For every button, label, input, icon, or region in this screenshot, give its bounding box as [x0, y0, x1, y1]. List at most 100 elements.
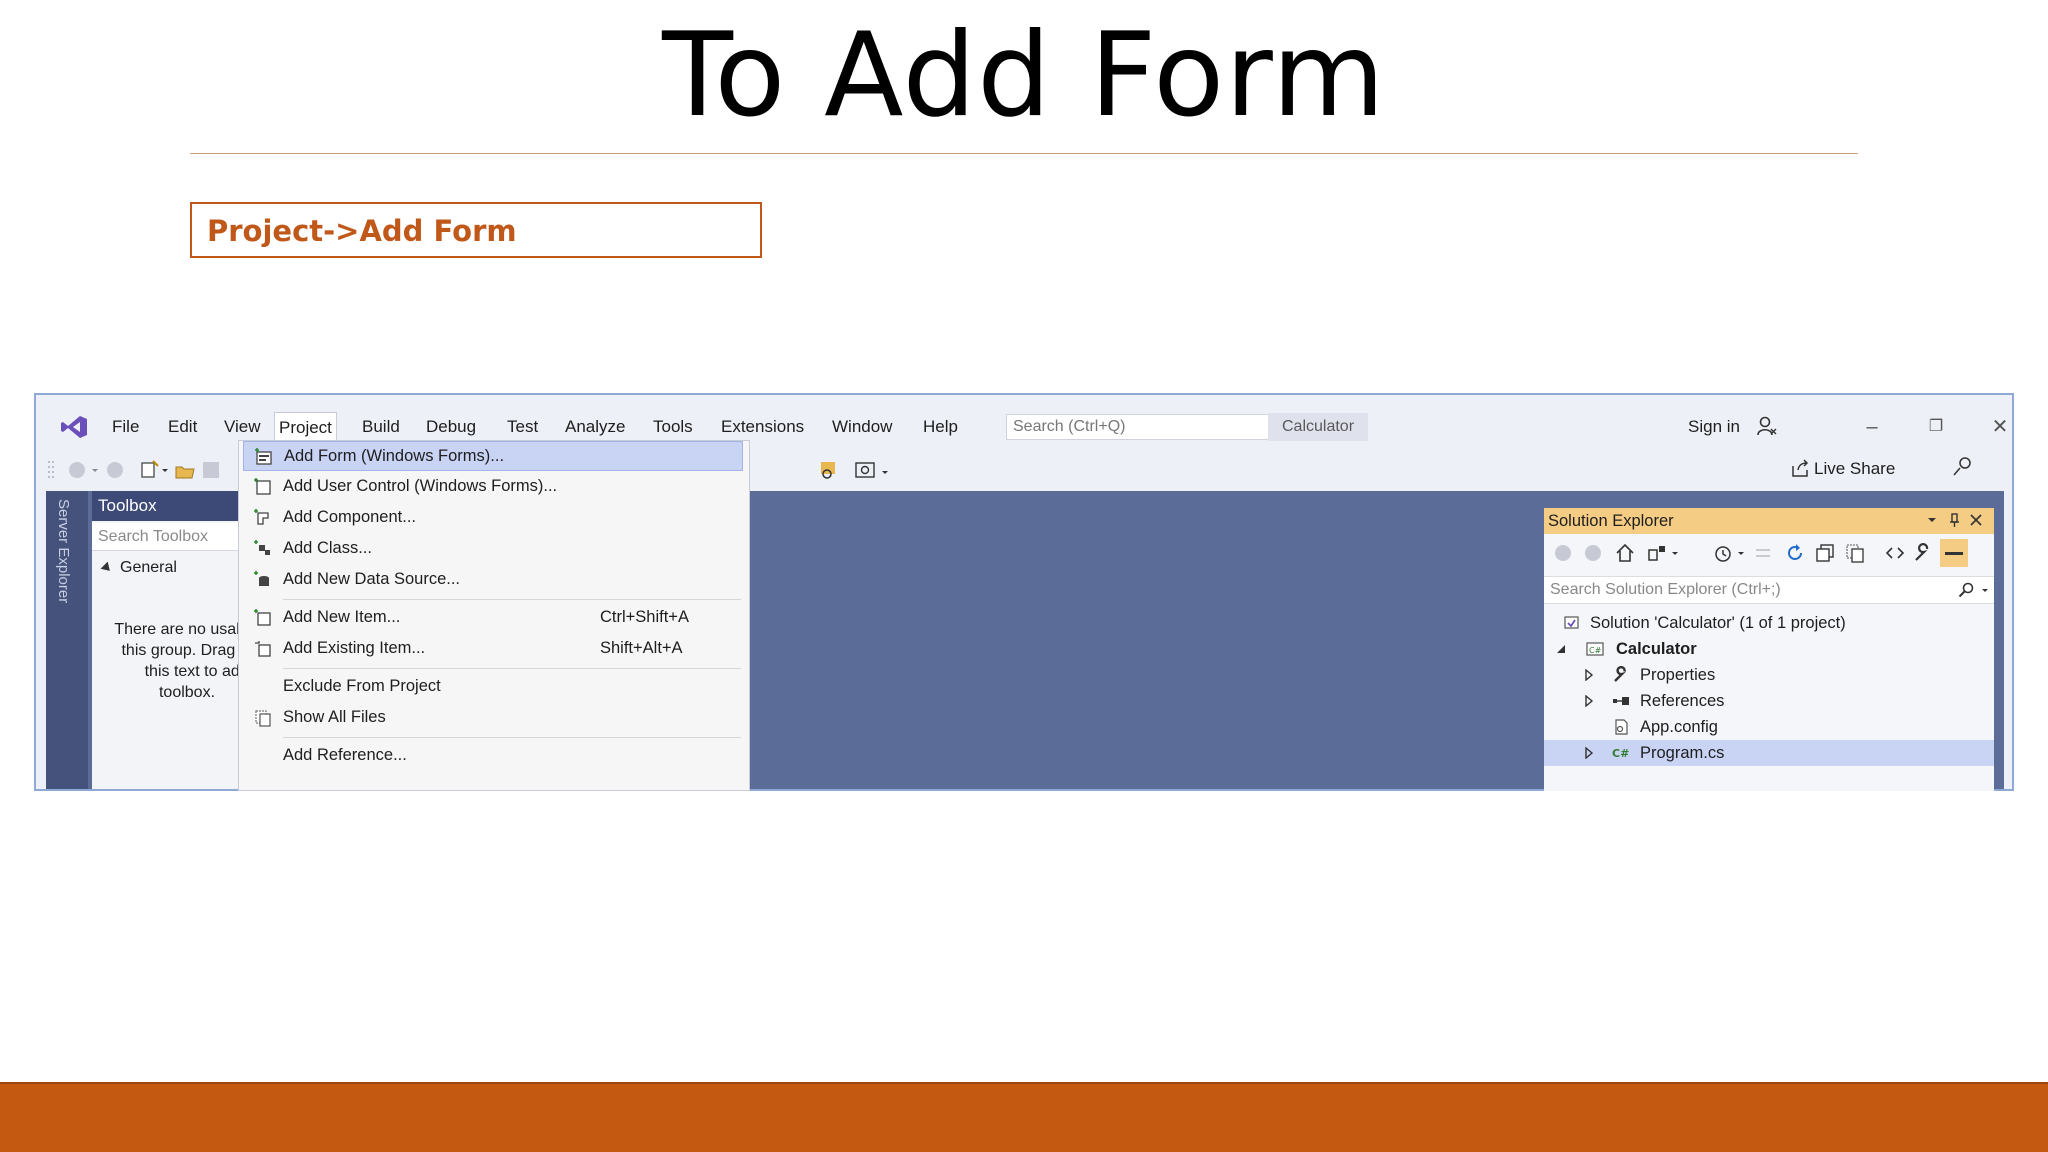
menu-item-label: Add Form (Windows Forms)...	[284, 447, 505, 465]
tree-item-label: References	[1640, 692, 1725, 710]
open-file-icon[interactable]	[174, 459, 196, 481]
menu-item-exclude-from-project[interactable]: Exclude From Project	[243, 672, 743, 702]
menu-analyze[interactable]: Analyze	[561, 415, 629, 439]
chevron-down-icon[interactable]	[1736, 542, 1746, 564]
chevron-down-icon[interactable]	[1980, 582, 1990, 598]
menu-item-add-data-source[interactable]: Add New Data Source...	[243, 565, 743, 595]
server-explorer-tab[interactable]: Server Explorer	[46, 491, 88, 789]
menu-item-add-new-item[interactable]: Add New Item... Ctrl+Shift+A	[243, 603, 743, 633]
menu-edit[interactable]: Edit	[164, 415, 201, 439]
tree-item-solution[interactable]: Solution 'Calculator' (1 of 1 project)	[1544, 610, 1994, 636]
menu-item-label: Show All Files	[283, 708, 386, 726]
menu-debug[interactable]: Debug	[422, 415, 480, 439]
expanded-arrow-icon[interactable]	[1556, 644, 1566, 654]
minimize-button[interactable]: –	[1856, 413, 1888, 441]
menu-separator	[283, 668, 741, 669]
menu-item-shortcut: Shift+Alt+A	[600, 639, 683, 657]
switch-views-icon[interactable]	[1646, 542, 1668, 564]
collapse-all-icon[interactable]	[1814, 542, 1836, 564]
server-explorer-label: Server Explorer	[55, 499, 72, 604]
toolbox-group-general[interactable]: General	[100, 559, 177, 577]
user-icon[interactable]	[1756, 415, 1778, 437]
chevron-down-icon[interactable]	[90, 459, 100, 481]
feedback-icon[interactable]	[1952, 455, 1974, 477]
slide-title: To Add Form	[662, 8, 1386, 143]
collapsed-arrow-icon[interactable]	[1584, 747, 1594, 759]
live-share-icon[interactable]	[1790, 458, 1810, 478]
menu-item-add-user-control[interactable]: Add User Control (Windows Forms)...	[243, 472, 743, 502]
menu-file[interactable]: File	[108, 415, 143, 439]
tree-item-app-config[interactable]: App.config	[1544, 714, 1994, 740]
menu-item-label: Add New Item...	[283, 608, 401, 626]
tree-item-references[interactable]: References	[1544, 688, 1994, 714]
show-all-files-icon[interactable]	[1844, 542, 1866, 564]
menu-build[interactable]: Build	[358, 415, 404, 439]
data-source-icon	[254, 571, 269, 586]
chevron-down-icon[interactable]	[880, 459, 890, 481]
collapsed-arrow-icon[interactable]	[1584, 669, 1594, 681]
menu-tools[interactable]: Tools	[649, 415, 697, 439]
callout-box: Project->Add Form	[190, 202, 762, 258]
chevron-down-icon[interactable]	[1670, 542, 1680, 564]
collapsed-arrow-icon[interactable]	[1584, 695, 1594, 707]
wrench-icon[interactable]	[1912, 542, 1934, 564]
menu-item-add-component[interactable]: Add Component...	[243, 503, 743, 533]
tree-item-label: Program.cs	[1640, 744, 1725, 762]
config-file-icon	[1615, 719, 1628, 735]
back-icon[interactable]	[1552, 542, 1574, 564]
close-icon[interactable]	[1968, 512, 1984, 528]
menu-item-label: Add New Data Source...	[283, 570, 461, 588]
svg-text:C#: C#	[1612, 747, 1629, 760]
tree-item-project[interactable]: C# Calculator	[1544, 636, 1994, 662]
find-in-files-icon[interactable]	[818, 459, 840, 481]
menu-item-label: Exclude From Project	[283, 677, 441, 695]
pin-icon[interactable]	[1946, 512, 1962, 528]
footer-bar	[0, 1082, 2048, 1152]
menu-help[interactable]: Help	[919, 415, 962, 439]
screenshot-icon[interactable]	[854, 459, 876, 481]
save-icon[interactable]	[200, 459, 222, 481]
tree-item-program-cs[interactable]: C# Program.cs	[1544, 740, 1994, 766]
title-divider	[190, 153, 1858, 154]
menu-item-show-all-files[interactable]: Show All Files	[243, 703, 743, 733]
view-code-icon[interactable]	[1884, 542, 1906, 564]
svg-text:C#: C#	[1589, 646, 1602, 655]
menu-view[interactable]: View	[220, 415, 265, 439]
menu-extensions[interactable]: Extensions	[717, 415, 808, 439]
solution-icon	[1564, 616, 1579, 629]
live-share-button[interactable]: Live Share	[1814, 459, 1895, 479]
pending-changes-icon[interactable]	[1712, 542, 1734, 564]
solution-explorer-title: Solution Explorer	[1548, 512, 1674, 530]
existing-item-icon	[255, 641, 271, 657]
menu-item-add-existing-item[interactable]: Add Existing Item... Shift+Alt+A	[243, 634, 743, 664]
menu-test[interactable]: Test	[503, 415, 542, 439]
close-button[interactable]: ✕	[1984, 413, 2012, 441]
refresh-icon[interactable]	[1784, 542, 1806, 564]
chevron-down-icon[interactable]	[1924, 512, 1940, 528]
sign-in-link[interactable]: Sign in	[1688, 417, 1740, 437]
class-icon	[254, 540, 270, 555]
home-icon[interactable]	[1614, 542, 1636, 564]
restore-button[interactable]: ❐	[1920, 413, 1952, 441]
sync-icon[interactable]	[1752, 542, 1774, 564]
solution-name-badge: Calculator	[1268, 413, 1368, 441]
menu-window[interactable]: Window	[828, 415, 896, 439]
menu-item-add-form[interactable]: Add Form (Windows Forms)...	[243, 441, 743, 471]
chevron-down-icon[interactable]	[160, 459, 170, 481]
tree-item-properties[interactable]: Properties	[1544, 662, 1994, 688]
solution-explorer-search-input[interactable]: Search Solution Explorer (Ctrl+;)	[1544, 576, 1994, 604]
tree-item-label: App.config	[1640, 718, 1718, 736]
toolbar-grip-icon	[48, 461, 54, 478]
form-icon	[255, 448, 272, 465]
new-project-icon[interactable]	[138, 459, 160, 481]
tree-item-label: Calculator	[1616, 640, 1697, 658]
preview-selected-items-icon[interactable]	[1940, 539, 1968, 567]
menu-item-add-class[interactable]: Add Class...	[243, 534, 743, 564]
navigate-back-icon[interactable]	[66, 459, 88, 481]
solution-explorer-header: Solution Explorer	[1544, 508, 1994, 534]
forward-icon[interactable]	[1582, 542, 1604, 564]
navigate-forward-icon[interactable]	[104, 459, 126, 481]
component-icon	[254, 509, 269, 525]
menu-project[interactable]: Project	[274, 412, 337, 443]
menu-item-add-reference[interactable]: Add Reference...	[243, 741, 743, 771]
